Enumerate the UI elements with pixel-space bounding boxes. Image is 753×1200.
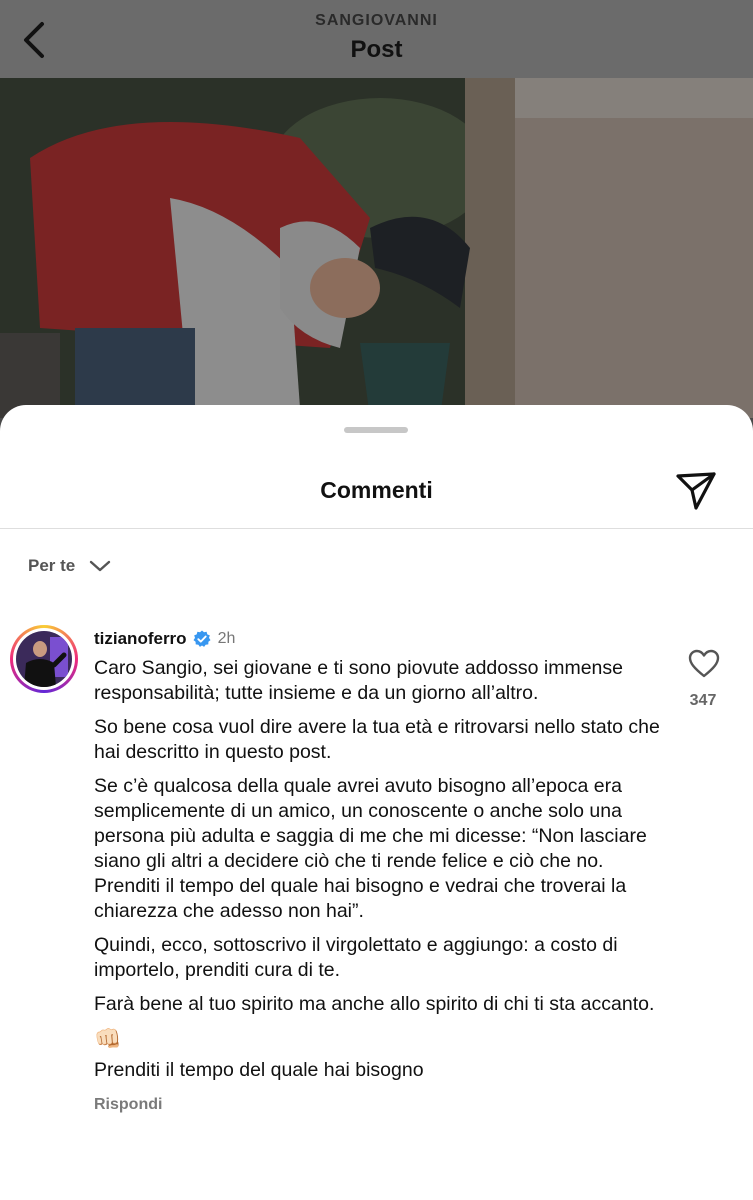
comment-username[interactable]: tizianoferro	[94, 629, 187, 649]
comment-paragraph: Quindi, ecco, sottoscrivo il virgolettat…	[94, 934, 618, 981]
comment-closing: Prenditi il tempo del quale hai bisogno	[94, 1059, 424, 1081]
account-name: SANGIOVANNI	[315, 12, 438, 29]
comment-text: Caro Sangio, sei giovane e ti sono piovu…	[94, 656, 664, 1114]
fist-emoji: 👊🏻	[94, 1026, 122, 1051]
comment-paragraph: Caro Sangio, sei giovane e ti sono piovu…	[94, 657, 623, 704]
post-photo	[0, 78, 753, 418]
comments-sheet: Commenti Per te tizianoferro 2h Caro San…	[0, 405, 753, 1200]
comment-time: 2h	[217, 630, 236, 647]
sheet-title: Commenti	[320, 477, 433, 503]
reply-button[interactable]: Rispondi	[94, 1096, 664, 1114]
comment-filter-dropdown[interactable]: Per te	[28, 552, 111, 580]
like-button[interactable]	[688, 649, 720, 679]
share-button[interactable]	[674, 468, 718, 512]
paper-plane-icon	[676, 472, 716, 510]
avatar-photo	[16, 631, 72, 687]
comment-paragraph: Farà bene al tuo spirito ma anche allo s…	[94, 993, 655, 1015]
comment-header: tizianoferro 2h	[94, 627, 235, 651]
chevron-down-icon	[90, 560, 111, 572]
comment-paragraph: So bene cosa vuol dire avere la tua età …	[94, 716, 660, 763]
top-bar: SANGIOVANNI Post	[0, 0, 753, 78]
avatar[interactable]	[10, 625, 78, 693]
like-count: 347	[689, 692, 717, 709]
divider	[0, 528, 753, 529]
page-title: Post	[350, 36, 403, 63]
heart-outline-icon	[688, 649, 720, 678]
verified-badge-icon	[193, 630, 211, 648]
filter-label: Per te	[28, 556, 76, 575]
sheet-grabber[interactable]	[344, 427, 408, 433]
comment-paragraph: Se c’è qualcosa della quale avrei avuto …	[94, 775, 647, 922]
